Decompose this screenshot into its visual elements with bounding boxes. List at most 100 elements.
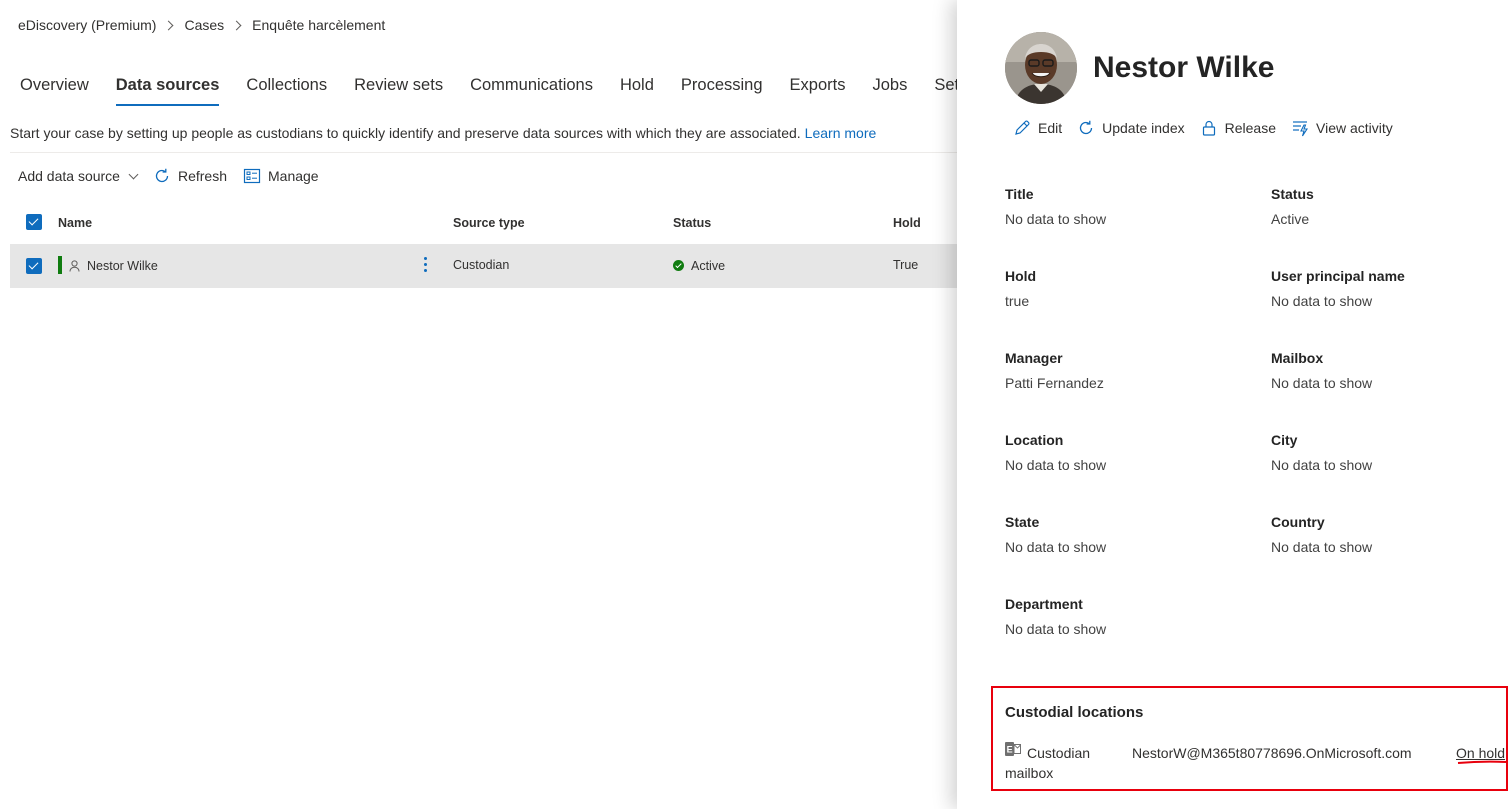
location-address: NestorW@M365t80778696.OnMicrosoft.com [1132, 745, 1412, 761]
custodian-details-panel: Nestor Wilke Edit Update index Release V… [957, 0, 1509, 809]
divider [10, 152, 957, 153]
field-location: Location No data to show [1005, 432, 1245, 473]
field-manager: Manager Patti Fernandez [1005, 350, 1245, 391]
field-label: Hold [1005, 268, 1037, 284]
panel-person-name: Nestor Wilke [1093, 51, 1275, 84]
edit-icon [1015, 120, 1030, 135]
row-name[interactable]: Nestor Wilke [87, 259, 158, 273]
annotation-underline [1457, 760, 1507, 764]
panel-actions: Edit Update index Release View activity [1013, 116, 1408, 140]
add-data-source-button[interactable]: Add data source [18, 165, 139, 187]
row-source-type: Custodian [453, 258, 510, 272]
row-checkbox[interactable] [26, 258, 42, 274]
field-label: Country [1271, 514, 1325, 530]
tab-exports[interactable]: Exports [790, 76, 846, 106]
field-label: User principal name [1271, 268, 1405, 284]
release-button[interactable]: Release [1200, 116, 1276, 140]
field-label: City [1271, 432, 1298, 448]
tab-processing[interactable]: Processing [681, 76, 763, 106]
refresh-button[interactable]: Refresh [153, 165, 227, 187]
avatar [1005, 32, 1077, 104]
refresh-icon [1080, 120, 1093, 135]
field-value: No data to show [1271, 293, 1373, 309]
learn-more-link[interactable]: Learn more [805, 125, 877, 141]
field-label: Location [1005, 432, 1064, 448]
field-department: Department No data to show [1005, 596, 1245, 637]
case-tabs: Overview Data sources Collections Review… [20, 76, 1021, 106]
field-mailbox: Mailbox No data to show [1271, 350, 1509, 391]
field-city: City No data to show [1271, 432, 1509, 473]
select-all-checkbox[interactable] [26, 214, 42, 230]
view-activity-label: View activity [1316, 120, 1393, 136]
field-label: Status [1271, 186, 1314, 202]
view-activity-button[interactable]: View activity [1291, 116, 1393, 140]
field-value: Active [1271, 211, 1310, 227]
field-status: Status Active [1271, 186, 1509, 227]
profile-photo [1005, 32, 1077, 104]
field-value: No data to show [1005, 621, 1107, 637]
table-header: Name Source type Status Hold [10, 210, 957, 236]
row-selected-indicator [58, 256, 62, 274]
breadcrumb-ediscovery[interactable]: eDiscovery (Premium) [18, 17, 156, 33]
location-type: Custodian mailbox [1005, 745, 1091, 781]
breadcrumb-cases[interactable]: Cases [184, 17, 224, 33]
refresh-icon [155, 168, 169, 183]
tab-communications[interactable]: Communications [470, 76, 593, 106]
toolbar: Add data source Refresh Manage [18, 165, 335, 187]
intro-text: Start your case by setting up people as … [10, 125, 876, 141]
field-value: Patti Fernandez [1005, 375, 1104, 391]
manage-icon [243, 168, 261, 184]
field-title: Title No data to show [1005, 186, 1245, 227]
update-index-button[interactable]: Update index [1077, 116, 1185, 140]
field-value: No data to show [1271, 457, 1373, 473]
breadcrumb-case-name[interactable]: Enquête harcèlement [252, 17, 385, 33]
field-label: Department [1005, 596, 1083, 612]
field-state: State No data to show [1005, 514, 1245, 555]
field-label: Title [1005, 186, 1034, 202]
custodial-locations-title: Custodial locations [1005, 704, 1144, 721]
person-icon [69, 260, 80, 272]
field-value: No data to show [1005, 539, 1107, 555]
intro-description: Start your case by setting up people as … [10, 125, 801, 141]
field-value: No data to show [1005, 457, 1107, 473]
field-value: No data to show [1005, 211, 1107, 227]
release-label: Release [1224, 120, 1277, 136]
custodial-locations-section: Custodial locations E Custodian mailbox … [991, 686, 1508, 791]
chevron-down-icon [128, 169, 139, 179]
chevron-right-icon [164, 20, 174, 30]
tab-data-sources[interactable]: Data sources [115, 76, 219, 106]
field-label: Mailbox [1271, 350, 1324, 366]
tab-hold[interactable]: Hold [620, 76, 654, 106]
column-header-hold[interactable]: Hold [893, 216, 921, 230]
tab-collections[interactable]: Collections [246, 76, 327, 106]
field-value: No data to show [1271, 375, 1373, 391]
table-row[interactable]: Nestor Wilke Custodian Active True [10, 244, 957, 288]
field-country: Country No data to show [1271, 514, 1509, 555]
manage-button[interactable]: Manage [243, 165, 319, 187]
row-hold: True [893, 258, 919, 272]
field-hold: Hold true [1005, 268, 1245, 309]
row-status: Active [691, 259, 726, 273]
activity-icon [1293, 121, 1309, 137]
tab-review-sets[interactable]: Review sets [354, 76, 443, 106]
lock-icon [1202, 120, 1215, 136]
tab-overview[interactable]: Overview [20, 76, 89, 106]
field-value: No data to show [1271, 539, 1373, 555]
column-header-status[interactable]: Status [673, 216, 711, 230]
chevron-right-icon [231, 20, 242, 30]
more-icon[interactable] [424, 257, 428, 275]
edit-button[interactable]: Edit [1013, 116, 1062, 140]
check-circle-icon [673, 260, 684, 271]
field-user-principal-name: User principal name No data to show [1271, 268, 1509, 309]
tab-jobs[interactable]: Jobs [872, 76, 907, 106]
update-index-label: Update index [1102, 120, 1185, 136]
column-header-name[interactable]: Name [58, 216, 92, 230]
case-page: eDiscovery (Premium) Cases Enquête harcè… [0, 0, 994, 809]
column-header-source-type[interactable]: Source type [453, 216, 525, 230]
edit-label: Edit [1038, 120, 1063, 136]
field-label: Manager [1005, 350, 1063, 366]
add-data-source-label: Add data source [18, 168, 120, 184]
refresh-label: Refresh [177, 168, 227, 184]
field-label: State [1005, 514, 1040, 530]
field-value: true [1005, 293, 1030, 309]
